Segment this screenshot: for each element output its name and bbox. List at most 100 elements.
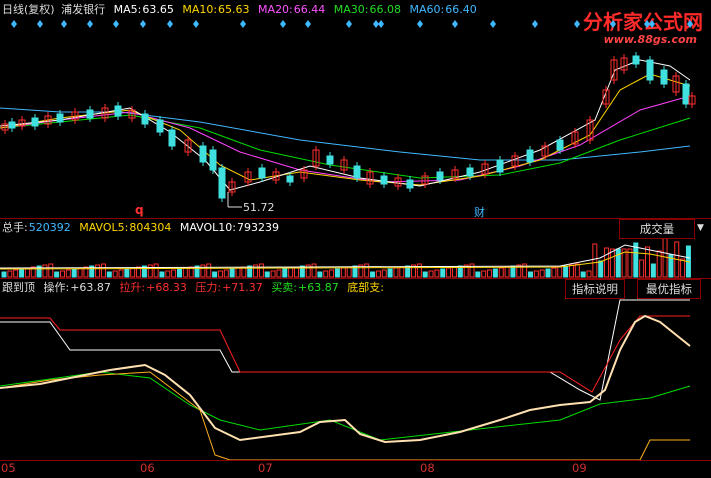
volume-bar [334, 268, 340, 278]
volume-bar [171, 269, 177, 278]
volume-bar [95, 264, 101, 278]
volume-bar [7, 270, 13, 278]
volume-bar [434, 269, 440, 278]
volume-bar [282, 268, 288, 278]
trade-value: +63.87 [298, 281, 339, 294]
volume-bar [130, 267, 136, 278]
signal-diamond-icon [87, 20, 93, 28]
candle-body [380, 175, 388, 185]
volume-bar [258, 263, 264, 278]
mavol5-label: MAVOL5: [79, 221, 129, 234]
volume-bar [206, 263, 212, 278]
volume-bar [656, 250, 662, 278]
volume-bar [568, 264, 574, 278]
signal-diamond-icon [574, 20, 580, 28]
signal-diamond-icon [280, 20, 286, 28]
volume-bar [639, 259, 645, 278]
volume-bar [118, 269, 124, 278]
signal-diamond-icon [378, 20, 384, 28]
volume-bar [528, 271, 533, 278]
volume-bar [212, 271, 218, 278]
volume-indicator-tab[interactable]: 成交量 [619, 219, 695, 239]
candle-body [436, 171, 444, 181]
chevron-down-icon[interactable]: ▼ [697, 223, 704, 233]
signal-diamond-icon [610, 20, 616, 28]
volume-bar [551, 267, 557, 278]
candle-body [286, 175, 294, 183]
kline-chart[interactable] [0, 0, 711, 478]
volume-bar [604, 247, 610, 278]
volume-bar [288, 267, 294, 278]
signal-diamond-icon [240, 20, 246, 28]
volume-bar [574, 263, 580, 278]
candle-body [646, 59, 654, 81]
signal-diamond-icon [490, 20, 496, 28]
volume-bar [1, 271, 7, 278]
explain-tab-label: 指标说明 [572, 282, 618, 296]
volume-bar [475, 271, 481, 278]
volume-bar [563, 265, 569, 278]
mavol5-line [0, 244, 691, 269]
indicator-main-line [0, 314, 691, 444]
candle-body [353, 165, 361, 179]
volume-tab-label: 成交量 [639, 222, 675, 236]
volume-bar [370, 271, 376, 278]
volume-bar [165, 270, 171, 278]
candle-body [466, 167, 474, 177]
volume-bar [112, 270, 118, 278]
volume-bar [533, 270, 539, 278]
volume-bar [153, 263, 159, 278]
candle-body [114, 105, 122, 117]
volume-bar [680, 258, 686, 278]
volume-bar [229, 268, 235, 278]
volume-bar [586, 270, 592, 278]
low-price-label: 51.72 [243, 201, 275, 214]
x-axis-label-06: 06 [140, 461, 155, 475]
signal-diamond-icon [532, 20, 538, 28]
candle-body [209, 149, 217, 171]
signal-diamond-icon [417, 20, 423, 28]
candle-body [556, 139, 564, 151]
indicator-white-line [0, 299, 690, 401]
volume-bar [147, 264, 153, 278]
volume-bar [19, 268, 25, 278]
volume-bar [422, 271, 428, 278]
volume-bar [498, 267, 504, 278]
signal-diamond-icon [140, 20, 146, 28]
indicator-legend: 跟到顶 操作:+63.87 拉升:+68.33 压力:+71.37 买卖:+63… [2, 279, 389, 297]
mavol10-value: 793239 [237, 221, 279, 234]
volume-bar [627, 248, 633, 278]
volume-bar [217, 270, 223, 278]
volume-bar [609, 248, 615, 278]
volume-legend: 总手:520392 MAVOL5:804304 MAVOL10:793239 [2, 219, 284, 237]
volume-bar [387, 268, 393, 278]
signal-diamond-icon [113, 20, 119, 28]
volume-bar [346, 266, 352, 278]
volume-bar [393, 267, 399, 278]
signal-diamond-icon [687, 20, 693, 28]
candle-body [8, 121, 16, 129]
indicator-explain-tab[interactable]: 指标说明 [565, 279, 625, 299]
volume-bar [317, 271, 323, 278]
volume-total-value: 520392 [28, 221, 71, 234]
trade-label: 买卖: [271, 281, 298, 294]
signal-diamond-icon [11, 20, 17, 28]
volume-bar [235, 267, 241, 278]
volume-bar [77, 267, 83, 278]
candle-body [218, 167, 226, 199]
best-indicator-tab[interactable]: 最优指标 [637, 279, 701, 299]
volume-bar [223, 269, 229, 278]
volume-bar [545, 268, 551, 278]
volume-bar [645, 246, 650, 278]
candle-body [406, 179, 414, 189]
volume-total-label: 总手: [2, 221, 28, 234]
volume-bar [481, 270, 487, 278]
bottom-label: 底部支: [347, 281, 384, 294]
x-axis-label-05: 05 [1, 461, 16, 475]
signal-diamond-icon [193, 20, 199, 28]
volume-bar [487, 269, 493, 278]
candle-body [326, 155, 334, 165]
volume-bar [124, 268, 130, 278]
volume-bar [13, 269, 19, 278]
signal-diamond-icon [167, 20, 173, 28]
